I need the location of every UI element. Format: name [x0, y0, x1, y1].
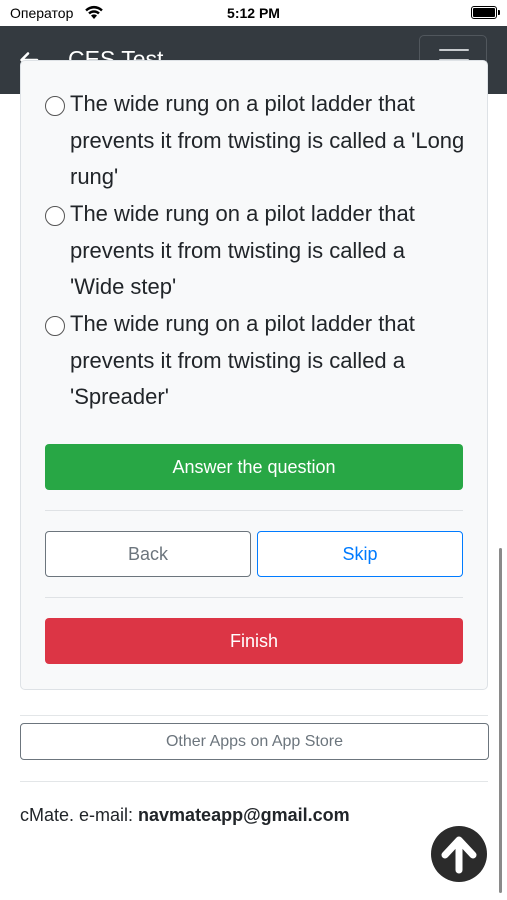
email-link[interactable]: navmateapp@gmail.com	[138, 805, 350, 825]
answer-button[interactable]: Answer the question	[45, 444, 463, 490]
arrow-up-icon	[441, 836, 477, 874]
divider	[20, 781, 488, 782]
footer-contact: cMate. e-mail: navmateapp@gmail.com	[20, 805, 350, 826]
footer-prefix: cMate. e-mail:	[20, 805, 139, 825]
radio-button[interactable]	[45, 206, 65, 226]
scrollbar[interactable]	[499, 548, 502, 893]
answer-option[interactable]: The wide rung on a pilot ladder that pre…	[45, 196, 465, 306]
radio-button[interactable]	[45, 316, 65, 336]
other-apps-button[interactable]: Other Apps on App Store	[20, 723, 489, 760]
answer-option-text: The wide rung on a pilot ladder that pre…	[70, 201, 415, 299]
finish-button[interactable]: Finish	[45, 618, 463, 664]
back-button[interactable]: Back	[45, 531, 251, 577]
status-bar: Оператор 5:12 PM	[0, 0, 507, 26]
divider	[20, 715, 488, 716]
answer-option[interactable]: The wide rung on a pilot ladder that pre…	[45, 86, 465, 196]
skip-button[interactable]: Skip	[257, 531, 463, 577]
answer-option[interactable]: The wide rung on a pilot ladder that pre…	[45, 306, 465, 416]
clock: 5:12 PM	[227, 5, 280, 21]
radio-button[interactable]	[45, 96, 65, 116]
divider	[45, 597, 463, 598]
battery-icon	[471, 6, 500, 19]
divider	[45, 510, 463, 511]
menu-line-icon	[439, 49, 469, 51]
answer-option-text: The wide rung on a pilot ladder that pre…	[70, 91, 465, 189]
scroll-to-top-button[interactable]	[431, 826, 487, 882]
answer-option-text: The wide rung on a pilot ladder that pre…	[70, 311, 415, 409]
